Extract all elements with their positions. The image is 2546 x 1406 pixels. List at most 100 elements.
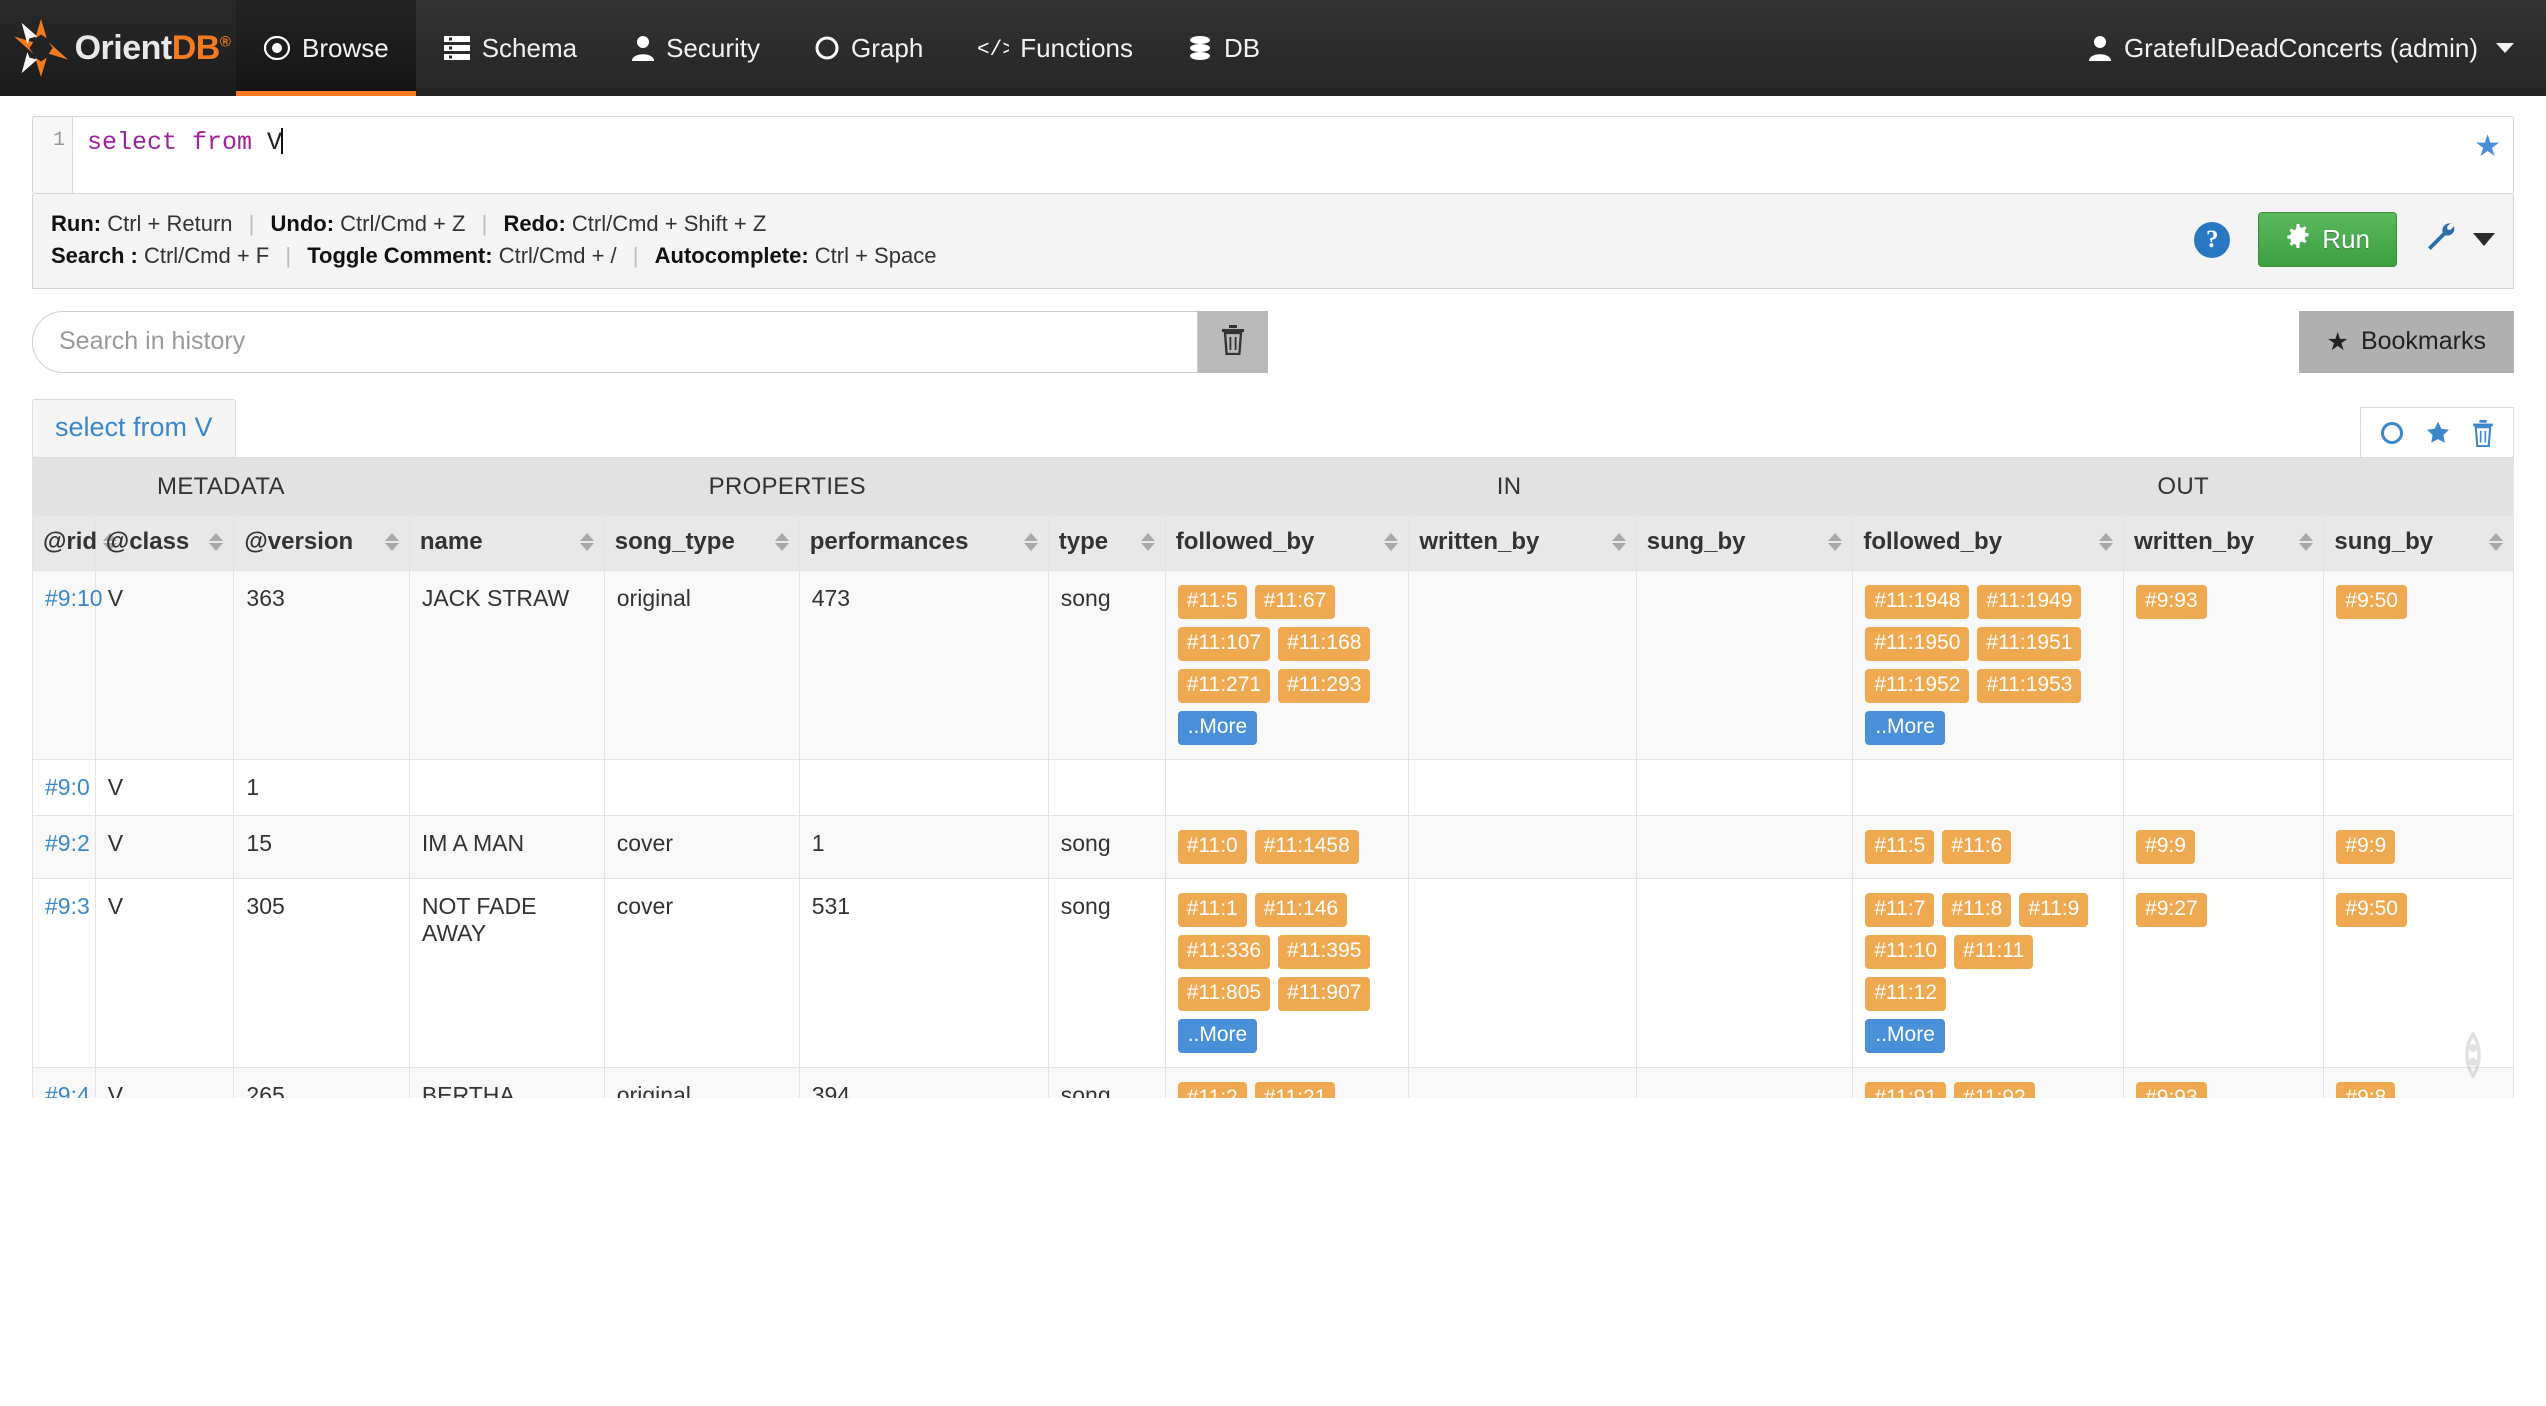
rid-badge[interactable]: #11:5 xyxy=(1178,585,1247,619)
rid-badge[interactable]: #11:271 xyxy=(1178,669,1270,703)
rid-badge[interactable]: #11:1458 xyxy=(1255,830,1359,864)
clear-history-button[interactable] xyxy=(1198,311,1268,373)
sort-toggle-icon[interactable] xyxy=(1384,533,1398,551)
column-header--class-1[interactable]: @class xyxy=(95,515,234,570)
user-menu[interactable]: GratefulDeadConcerts (admin) xyxy=(2088,33,2514,64)
column-header-performances-5[interactable]: performances xyxy=(799,515,1048,570)
rid-badge[interactable]: #9:93 xyxy=(2136,1082,2207,1098)
table-cell-rid[interactable]: #9:3 xyxy=(33,878,96,1067)
nav-item-browse[interactable]: Browse xyxy=(236,0,416,96)
column-header-sung-by-9[interactable]: sung_by xyxy=(1636,515,1853,570)
column-header--version-2[interactable]: @version xyxy=(234,515,409,570)
rid-badge[interactable]: #9:50 xyxy=(2336,893,2407,927)
rid-badge[interactable]: #11:1 xyxy=(1178,893,1247,927)
more-badges-button[interactable]: ..More xyxy=(1865,1019,1945,1053)
table-row[interactable]: #9:4V265BERTHAoriginal394song#11:2#11:21… xyxy=(33,1067,2514,1098)
sort-toggle-icon[interactable] xyxy=(2099,533,2113,551)
delete-result-icon[interactable] xyxy=(2471,420,2495,447)
rid-badge[interactable]: #11:67 xyxy=(1255,585,1336,619)
column-header-song-type-4[interactable]: song_type xyxy=(604,515,799,570)
bookmark-star-icon[interactable] xyxy=(2425,420,2451,446)
table-cell-rid[interactable]: #9:10 xyxy=(33,570,96,759)
rid-link[interactable]: #9:3 xyxy=(45,893,90,919)
rid-badge[interactable]: #9:8 xyxy=(2336,1082,2395,1098)
rid-badge[interactable]: #11:7 xyxy=(1865,893,1934,927)
rid-badge[interactable]: #11:907 xyxy=(1278,977,1370,1011)
nav-item-db[interactable]: DB xyxy=(1160,0,1287,96)
rid-badge[interactable]: #11:9 xyxy=(2019,893,2088,927)
search-history-input[interactable] xyxy=(32,311,1198,373)
sort-toggle-icon[interactable] xyxy=(1612,533,1626,551)
rid-badge[interactable]: #11:1952 xyxy=(1865,669,1969,703)
rid-link[interactable]: #9:10 xyxy=(45,585,103,611)
rid-badge[interactable]: #11:146 xyxy=(1255,893,1347,927)
rid-badge[interactable]: #11:293 xyxy=(1278,669,1370,703)
sort-toggle-icon[interactable] xyxy=(775,533,789,551)
sort-toggle-icon[interactable] xyxy=(209,533,223,551)
rid-badge[interactable]: #11:107 xyxy=(1178,627,1270,661)
nav-item-schema[interactable]: Schema xyxy=(416,0,604,96)
bookmarks-button[interactable]: ★ Bookmarks xyxy=(2299,311,2514,373)
rid-badge[interactable]: #11:336 xyxy=(1178,935,1270,969)
rid-link[interactable]: #9:2 xyxy=(45,830,90,856)
sort-toggle-icon[interactable] xyxy=(1141,533,1155,551)
query-code-area[interactable]: select from V xyxy=(73,117,2513,193)
rid-badge[interactable]: #11:10 xyxy=(1865,935,1946,969)
table-row[interactable]: #9:2V15IM A MANcover1song#11:0#11:1458#1… xyxy=(33,815,2514,878)
more-badges-button[interactable]: ..More xyxy=(1178,1019,1258,1053)
rid-badge[interactable]: #11:395 xyxy=(1278,935,1370,969)
rid-badge[interactable]: #11:12 xyxy=(1865,977,1946,1011)
table-cell-rid[interactable]: #9:4 xyxy=(33,1067,96,1098)
sort-toggle-icon[interactable] xyxy=(1024,533,1038,551)
table-row[interactable]: #9:0V1 xyxy=(33,759,2514,815)
column-header-name-3[interactable]: name xyxy=(409,515,604,570)
rid-badge[interactable]: #11:805 xyxy=(1178,977,1270,1011)
more-badges-button[interactable]: ..More xyxy=(1178,711,1258,745)
nav-item-functions[interactable]: </> Functions xyxy=(950,0,1160,96)
rid-badge[interactable]: #11:5 xyxy=(1865,830,1934,864)
run-button[interactable]: Run xyxy=(2258,212,2397,267)
rid-badge[interactable]: #11:6 xyxy=(1942,830,2011,864)
rid-badge[interactable]: #11:21 xyxy=(1255,1082,1336,1098)
column-header--rid-0[interactable]: @rid xyxy=(33,515,96,570)
column-header-followed-by-10[interactable]: followed_by xyxy=(1853,515,2124,570)
table-cell-rid[interactable]: #9:2 xyxy=(33,815,96,878)
rid-badge[interactable]: #11:0 xyxy=(1178,830,1247,864)
rid-badge[interactable]: #9:50 xyxy=(2336,585,2407,619)
sort-toggle-icon[interactable] xyxy=(2299,533,2313,551)
column-header-written-by-11[interactable]: written_by xyxy=(2124,515,2324,570)
rid-link[interactable]: #9:4 xyxy=(45,1082,90,1098)
rid-badge[interactable]: #9:9 xyxy=(2336,830,2395,864)
rid-badge[interactable]: #11:1953 xyxy=(1977,669,2081,703)
rid-badge[interactable]: #11:168 xyxy=(1278,627,1370,661)
table-row[interactable]: #9:3V305NOT FADE AWAYcover531song#11:1#1… xyxy=(33,878,2514,1067)
tab-select-from-v[interactable]: select from V xyxy=(32,399,236,457)
settings-dropdown[interactable] xyxy=(2425,222,2495,257)
rid-link[interactable]: #9:0 xyxy=(45,774,90,800)
rid-badge[interactable]: #11:2 xyxy=(1178,1082,1247,1098)
rid-badge[interactable]: #11:1948 xyxy=(1865,585,1969,619)
rid-badge[interactable]: #11:1949 xyxy=(1977,585,2081,619)
rid-badge[interactable]: #11:1951 xyxy=(1977,627,2081,661)
table-cell-rid[interactable]: #9:0 xyxy=(33,759,96,815)
rid-badge[interactable]: #11:92 xyxy=(1954,1082,2035,1098)
rid-badge[interactable]: #9:27 xyxy=(2136,893,2207,927)
rid-badge[interactable]: #11:1950 xyxy=(1865,627,1969,661)
star-icon[interactable]: ★ xyxy=(2474,129,2501,164)
table-row[interactable]: #9:10V363JACK STRAWoriginal473song#11:5#… xyxy=(33,570,2514,759)
sort-toggle-icon[interactable] xyxy=(385,533,399,551)
nav-item-graph[interactable]: Graph xyxy=(787,0,950,96)
query-editor[interactable]: 1 select from V ★ xyxy=(32,116,2514,194)
rid-badge[interactable]: #9:93 xyxy=(2136,585,2207,619)
sort-toggle-icon[interactable] xyxy=(2489,533,2503,551)
brand-logo[interactable]: OrientDB® xyxy=(0,0,236,96)
column-header-followed-by-7[interactable]: followed_by xyxy=(1165,515,1409,570)
rid-badge[interactable]: #11:8 xyxy=(1942,893,2011,927)
nav-item-security[interactable]: Security xyxy=(604,0,787,96)
rid-badge[interactable]: #9:9 xyxy=(2136,830,2195,864)
more-badges-button[interactable]: ..More xyxy=(1865,711,1945,745)
rid-badge[interactable]: #11:91 xyxy=(1865,1082,1946,1098)
column-header-type-6[interactable]: type xyxy=(1048,515,1165,570)
sort-toggle-icon[interactable] xyxy=(580,533,594,551)
column-header-sung-by-12[interactable]: sung_by xyxy=(2324,515,2514,570)
